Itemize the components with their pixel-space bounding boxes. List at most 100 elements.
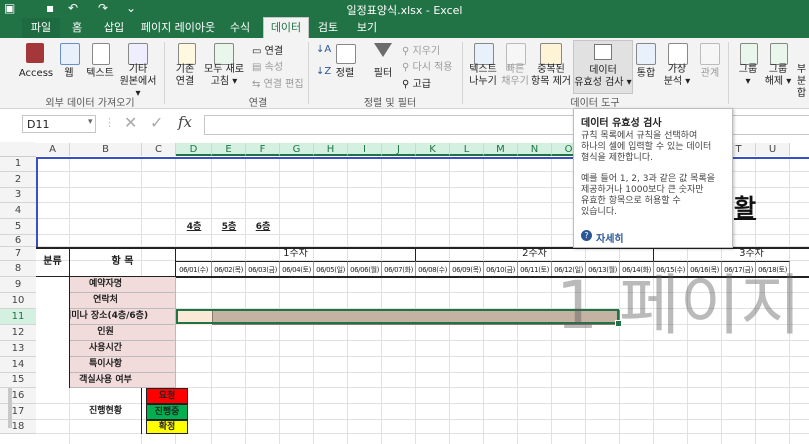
column-header-g[interactable]: G: [280, 143, 314, 156]
gridline: [279, 157, 280, 444]
enter-icon[interactable]: ✓: [150, 113, 163, 132]
column-header-a[interactable]: A: [36, 143, 70, 156]
column-header-d[interactable]: D: [176, 143, 212, 156]
tooltip-description: 규칙 목록에서 규칙을 선택하여 하나의 셀에 입력할 수 있는 데이터 형식을 제…: [581, 131, 716, 217]
ungroup-button[interactable]: 그룹 해제 ▾: [764, 64, 792, 88]
column-header-u[interactable]: U: [756, 143, 790, 156]
edit-links-button[interactable]: ⇆ 연결 편집: [252, 75, 304, 90]
status-badge[interactable]: 요청: [146, 388, 188, 404]
row-header-4[interactable]: 4: [0, 203, 36, 219]
tab-view[interactable]: 보기: [350, 18, 384, 38]
column-header-h[interactable]: H: [314, 143, 348, 156]
filter-button[interactable]: 필터: [368, 68, 398, 80]
insert-function-button[interactable]: fx: [178, 113, 192, 131]
existing-connections-button[interactable]: 기존 연결: [168, 64, 202, 88]
row-header-18[interactable]: 18: [0, 420, 36, 434]
name-box[interactable]: D11: [22, 115, 96, 133]
selection-outline: [176, 309, 619, 324]
name-box-dropdown-icon[interactable]: ▾: [88, 117, 93, 127]
relationships-icon: [700, 43, 720, 65]
date-header: 06/06(월): [348, 261, 382, 277]
row-header-6[interactable]: 6: [0, 235, 36, 247]
group-label-sort-filter: 정렬 및 필터: [363, 98, 417, 109]
row-header-5[interactable]: 5: [0, 219, 36, 235]
column-header-b[interactable]: B: [70, 143, 142, 156]
properties-button[interactable]: ▤ 속성: [252, 58, 283, 73]
tab-review[interactable]: 검토: [311, 18, 345, 38]
sort-asc-icon[interactable]: ↓A: [316, 44, 331, 55]
date-header: 06/13(월): [586, 261, 620, 277]
row-header-9[interactable]: 9: [0, 277, 36, 293]
tab-file[interactable]: 파일: [22, 18, 60, 38]
date-header: 06/03(금): [246, 261, 280, 277]
tab-home[interactable]: 홈: [62, 18, 92, 38]
gridline: [517, 157, 518, 444]
flash-fill-button[interactable]: 빠른 채우기: [498, 64, 532, 88]
row-header-8[interactable]: 8: [0, 261, 36, 277]
gridline: [347, 157, 348, 444]
date-header: 06/16(목): [688, 261, 722, 277]
sort-desc-icon[interactable]: ↓Z: [316, 66, 331, 77]
access-button[interactable]: Access: [16, 68, 56, 80]
tab-formulas[interactable]: 수식: [222, 18, 258, 38]
clear-filter-button[interactable]: ⚲ 지우기: [402, 42, 440, 57]
date-header: 06/11(토): [518, 261, 552, 277]
what-if-analysis-button[interactable]: 가상 분석 ▾: [660, 64, 694, 88]
gridline: [313, 157, 314, 444]
tab-data[interactable]: 데이터: [263, 17, 309, 39]
connections-button[interactable]: ▭ 연결: [252, 42, 283, 57]
column-header-l[interactable]: L: [450, 143, 484, 156]
date-header: 06/01(수): [176, 261, 212, 277]
row-header-3[interactable]: 3: [0, 188, 36, 203]
row-header-13[interactable]: 13: [0, 341, 36, 357]
column-header-f[interactable]: F: [246, 143, 280, 156]
help-icon: ?: [581, 230, 592, 241]
row-header-2[interactable]: 2: [0, 172, 36, 188]
row-header-14[interactable]: 14: [0, 357, 36, 373]
column-header-k[interactable]: K: [416, 143, 450, 156]
tab-insert[interactable]: 삽입: [96, 18, 132, 38]
row-header-11[interactable]: 11: [0, 309, 36, 325]
data-validation-button[interactable]: 데이터 유효성 검사 ▾: [573, 40, 633, 94]
flash-fill-icon: [506, 43, 526, 65]
data-validation-tooltip: 데이터 유효성 검사 규칙 목록에서 규칙을 선택하여 하나의 셀에 입력할 수 …: [573, 108, 733, 248]
consolidate-button[interactable]: 통합: [632, 68, 660, 80]
row-header-15[interactable]: 15: [0, 373, 36, 388]
gridline: [449, 157, 450, 444]
category-cell[interactable]: [36, 277, 70, 388]
cancel-icon[interactable]: ✕: [124, 113, 137, 132]
group-button[interactable]: 그룹 ▾: [734, 64, 762, 88]
subtotal-button[interactable]: 부분 합: [794, 64, 809, 100]
row-header-12[interactable]: 12: [0, 325, 36, 341]
week-header: 2주차: [416, 247, 654, 261]
web-button[interactable]: 웹: [58, 68, 80, 80]
from-text-button[interactable]: 텍스트: [82, 68, 118, 80]
column-header-i[interactable]: I: [348, 143, 382, 156]
row-header-16[interactable]: 16: [0, 388, 36, 404]
gridline: [483, 157, 484, 444]
relationships-button[interactable]: 관계: [696, 68, 724, 80]
group-label-connections: 연결: [248, 98, 268, 109]
group-divider: [164, 42, 165, 104]
status-badge[interactable]: 확정: [146, 420, 188, 434]
column-header-n[interactable]: N: [518, 143, 552, 156]
column-header-e[interactable]: E: [212, 143, 246, 156]
sort-button[interactable]: 정렬: [330, 68, 360, 80]
row-header-10[interactable]: 10: [0, 293, 36, 309]
remove-duplicates-button[interactable]: 중복된 항목 제거: [530, 64, 572, 88]
column-header-j[interactable]: J: [382, 143, 416, 156]
column-header-m[interactable]: M: [484, 143, 518, 156]
refresh-all-button[interactable]: 모두 새로 고침 ▾: [204, 64, 244, 88]
text-to-columns-button[interactable]: 텍스트 나누기: [464, 64, 502, 88]
row-header-17[interactable]: 17: [0, 404, 36, 420]
reapply-filter-button[interactable]: ⚲ 다시 적용: [402, 58, 453, 73]
row-header-1[interactable]: 1: [0, 157, 36, 172]
tab-page-layout[interactable]: 페이지 레이아웃: [138, 18, 218, 38]
status-badge[interactable]: 진행중: [146, 404, 188, 420]
row-header-7[interactable]: 7: [0, 247, 36, 261]
fill-handle[interactable]: [615, 320, 622, 327]
select-all-corner[interactable]: [0, 142, 36, 157]
tell-me-more-link[interactable]: 자세히: [596, 230, 624, 245]
column-header-c[interactable]: C: [142, 143, 176, 156]
advanced-filter-button[interactable]: ⚲ 고급: [402, 75, 431, 90]
